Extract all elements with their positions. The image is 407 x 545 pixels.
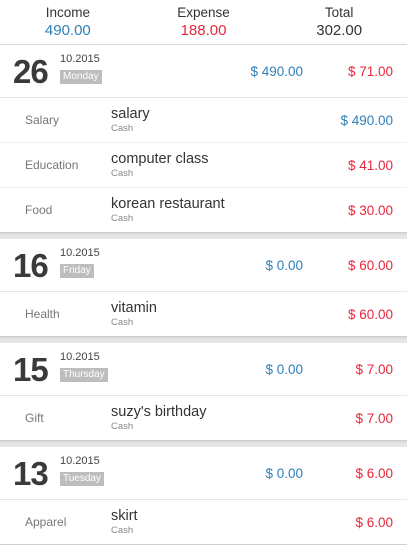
- transaction-details: salary Cash: [111, 106, 150, 135]
- transaction-title: computer class: [111, 150, 209, 167]
- day-month-year: 10.2015: [60, 246, 100, 259]
- transaction-row[interactable]: Salary salary Cash $ 490.00: [0, 98, 407, 143]
- day-group: 26 10.2015 Monday $ 490.00 $ 71.00 Salary sala…: [0, 45, 407, 233]
- day-header[interactable]: 15 10.2015 Thursday $ 0.00 $ 7.00: [0, 343, 407, 396]
- transaction-account: Cash: [111, 524, 134, 536]
- transaction-title: korean restaurant: [111, 195, 225, 212]
- transaction-row[interactable]: Food korean restaurant Cash $ 30.00: [0, 188, 407, 232]
- total-label: Total: [324, 5, 354, 20]
- total-value: 302.00: [316, 22, 363, 39]
- transaction-category: Apparel: [25, 515, 67, 529]
- transaction-details: computer class Cash: [111, 151, 209, 180]
- day-income-total: $ 490.00: [250, 63, 303, 79]
- day-meta: 10.2015 Monday: [60, 53, 102, 84]
- day-header[interactable]: 13 10.2015 Tuesday $ 0.00 $ 6.00: [0, 447, 407, 500]
- transaction-row[interactable]: Gift suzy's birthday Cash $ 7.00: [0, 396, 407, 440]
- transaction-title: suzy's birthday: [111, 403, 207, 420]
- day-number: 26: [13, 52, 49, 90]
- day-expense-total: $ 71.00: [347, 63, 393, 79]
- day-weekday-badge: Monday: [60, 69, 102, 84]
- transaction-amount: $ 6.00: [355, 514, 393, 530]
- transaction-row[interactable]: Apparel skirt Cash $ 6.00: [0, 500, 407, 544]
- transaction-details: vitamin Cash: [111, 300, 157, 329]
- transaction-row[interactable]: Health vitamin Cash $ 60.00: [0, 292, 407, 336]
- transaction-details: skirt Cash: [111, 508, 138, 537]
- transaction-title: skirt: [111, 507, 138, 524]
- expense-label: Expense: [177, 5, 230, 20]
- transaction-amount: $ 41.00: [347, 157, 393, 173]
- day-group: 13 10.2015 Tuesday $ 0.00 $ 6.00 Apparel skirt…: [0, 447, 407, 545]
- transaction-category: Food: [25, 203, 53, 217]
- transaction-amount: $ 7.00: [355, 410, 393, 426]
- day-number: 13: [13, 454, 49, 492]
- income-summary[interactable]: Income 490.00: [0, 0, 136, 44]
- day-meta: 10.2015 Thursday: [60, 351, 108, 382]
- day-income-total: $ 0.00: [265, 257, 303, 273]
- income-value: 490.00: [44, 22, 91, 39]
- day-month-year: 10.2015: [60, 52, 100, 65]
- day-group: 15 10.2015 Thursday $ 0.00 $ 7.00 Gift suzy's …: [0, 343, 407, 441]
- day-expense-total: $ 6.00: [355, 465, 393, 481]
- day-meta: 10.2015 Friday: [60, 247, 100, 278]
- transaction-category: Salary: [25, 113, 60, 127]
- day-expense-total: $ 7.00: [355, 361, 393, 377]
- day-income-total: $ 0.00: [265, 465, 303, 481]
- day-weekday-badge: Friday: [60, 263, 94, 278]
- day-number: 16: [13, 246, 49, 284]
- transaction-category: Education: [25, 158, 79, 172]
- transaction-account: Cash: [111, 122, 134, 134]
- transaction-details: korean restaurant Cash: [111, 196, 225, 225]
- day-weekday-badge: Tuesday: [60, 471, 104, 486]
- day-list: 26 10.2015 Monday $ 490.00 $ 71.00 Salary sala…: [0, 45, 407, 545]
- transaction-account: Cash: [111, 420, 134, 432]
- day-weekday-badge: Thursday: [60, 367, 108, 382]
- transaction-category: Gift: [25, 411, 44, 425]
- expense-summary[interactable]: Expense 188.00: [136, 0, 272, 44]
- income-label: Income: [45, 5, 90, 20]
- day-meta: 10.2015 Tuesday: [60, 455, 104, 486]
- day-group: 16 10.2015 Friday $ 0.00 $ 60.00 Health vitami…: [0, 239, 407, 337]
- transaction-account: Cash: [111, 212, 134, 224]
- transaction-amount: $ 60.00: [347, 306, 393, 322]
- transaction-row[interactable]: Education computer class Cash $ 41.00: [0, 143, 407, 188]
- transaction-title: vitamin: [111, 299, 157, 316]
- transaction-title: salary: [111, 105, 150, 122]
- day-month-year: 10.2015: [60, 350, 100, 363]
- transaction-account: Cash: [111, 167, 134, 179]
- total-summary[interactable]: Total 302.00: [271, 0, 407, 44]
- day-expense-total: $ 60.00: [347, 257, 393, 273]
- transaction-account: Cash: [111, 316, 134, 328]
- transaction-category: Health: [25, 307, 60, 321]
- summary-bar: Income 490.00 Expense 188.00 Total 302.0…: [0, 0, 407, 45]
- day-number: 15: [13, 350, 49, 388]
- day-header[interactable]: 26 10.2015 Monday $ 490.00 $ 71.00: [0, 45, 407, 98]
- transaction-amount: $ 490.00: [340, 112, 393, 128]
- transaction-details: suzy's birthday Cash: [111, 404, 206, 433]
- day-header[interactable]: 16 10.2015 Friday $ 0.00 $ 60.00: [0, 239, 407, 292]
- day-month-year: 10.2015: [60, 454, 100, 467]
- transaction-amount: $ 30.00: [347, 202, 393, 218]
- day-income-total: $ 0.00: [265, 361, 303, 377]
- expense-value: 188.00: [180, 22, 227, 39]
